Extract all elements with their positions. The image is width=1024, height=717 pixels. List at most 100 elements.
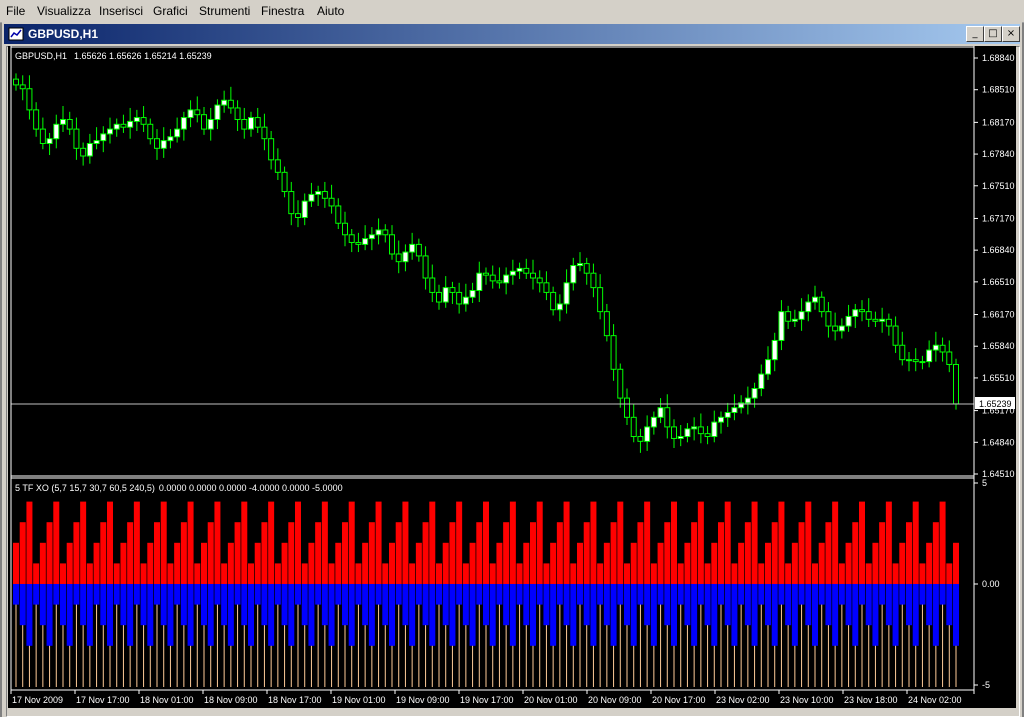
indicator-bar-down	[73, 584, 80, 605]
candle-body	[664, 407, 671, 428]
price-chart[interactable]: 5 0.00 -5 1.68840 1.68510 1.68170 1.67840 1.67…	[8, 46, 1016, 708]
price-tick-label: 1.67510	[982, 181, 1015, 191]
indicator-bar-up	[825, 522, 832, 584]
candle-body	[207, 118, 214, 130]
candle-body	[476, 272, 483, 291]
price-tick-label: 1.68170	[982, 117, 1015, 127]
menu-insert[interactable]: Inserisci	[99, 4, 143, 18]
indicator-bar-down	[281, 584, 288, 626]
indicator-bar-up	[194, 563, 201, 584]
candle-body	[865, 311, 872, 320]
menu-help[interactable]: Aiuto	[317, 4, 344, 18]
indicator-bar-up	[697, 501, 704, 584]
menu-view[interactable]: Visualizza	[37, 4, 91, 18]
menu-file[interactable]: File	[6, 4, 25, 18]
minimize-button[interactable]: _	[966, 26, 984, 42]
indicator-bar-down	[19, 584, 26, 626]
candle-body	[415, 243, 422, 257]
menu-window[interactable]: Finestra	[261, 4, 304, 18]
indicator-bar-up	[140, 563, 147, 584]
indicator-bar-up	[33, 563, 40, 584]
candle-body	[368, 234, 375, 240]
indicator-bar-down	[906, 584, 912, 626]
indicator-bar-up	[738, 542, 745, 584]
indicator-bar-down	[570, 584, 577, 646]
menu-tools[interactable]: Strumenti	[199, 4, 250, 18]
candle-body	[328, 197, 335, 207]
indicator-bar-up	[899, 542, 906, 584]
indicator-bar-up	[845, 542, 852, 584]
window-title: GBPUSD,H1	[28, 27, 99, 41]
indicator-bar-down	[845, 584, 852, 626]
candle-body	[550, 291, 557, 311]
indicator-bar-up	[724, 501, 731, 584]
indicator-bar-down	[409, 584, 416, 646]
indicator-bar-up	[100, 522, 107, 584]
indicator-bar-down	[167, 584, 174, 646]
candle-body	[194, 109, 201, 116]
candle-body	[765, 359, 771, 375]
price-tick-label: 1.67840	[982, 149, 1015, 159]
indicator-bar-up	[80, 501, 87, 584]
indicator-bar-up	[274, 563, 281, 584]
indicator-bar-up	[617, 501, 624, 584]
indicator-bar-down	[503, 584, 510, 626]
indicator-bar-down	[932, 584, 939, 646]
indicator-bar-up	[744, 522, 751, 584]
indicator-bar-up	[13, 542, 19, 584]
indicator-bar-down	[684, 584, 691, 626]
candle-body	[362, 238, 369, 245]
indicator-bar-up	[785, 563, 792, 584]
candle-body	[892, 325, 899, 346]
candle-body	[449, 287, 456, 293]
indicator-bar-up	[127, 522, 134, 584]
indicator-bar-up	[892, 563, 899, 584]
price-tick-label: 1.66510	[982, 277, 1015, 287]
indicator-bar-up	[261, 522, 268, 584]
indicator-bar-up	[563, 501, 570, 584]
indicator-bar-down	[194, 584, 201, 605]
indicator-bar-up	[536, 501, 543, 584]
candle-body	[771, 339, 778, 361]
window-titlebar[interactable]: GBPUSD,H1 _ □ ×	[4, 24, 1020, 44]
indicator-bar-up	[375, 501, 382, 584]
indicator-bar-up	[657, 542, 664, 584]
candle-body	[221, 99, 228, 106]
indicator-bar-up	[120, 542, 127, 584]
candle-body	[201, 114, 207, 130]
candle-body	[154, 138, 160, 149]
candle-body	[926, 349, 933, 363]
candle-body	[315, 191, 322, 195]
indicator-bar-down	[274, 584, 281, 605]
indicator-bar-up	[409, 563, 416, 584]
menu-charts[interactable]: Grafici	[153, 4, 188, 18]
indicator-bar-down	[543, 584, 550, 626]
indicator-bar-up	[832, 501, 839, 584]
indicator-bar-up	[429, 501, 436, 584]
indicator-bar-up	[39, 542, 46, 584]
candle-body	[603, 311, 610, 337]
indicator-bar-up	[610, 522, 617, 584]
indicator-bar-down	[375, 584, 382, 605]
candle-body	[818, 296, 825, 313]
candle-body	[610, 335, 617, 370]
indicator-bar-up	[174, 542, 181, 584]
candle-body	[879, 318, 886, 322]
indicator-bar-up	[167, 563, 174, 584]
candle-body	[342, 222, 348, 236]
indicator-bar-down	[556, 584, 563, 605]
indicator-bar-down	[751, 584, 758, 646]
indicator-bar-up	[865, 563, 872, 584]
close-button[interactable]: ×	[1002, 26, 1020, 42]
candle-body	[46, 138, 53, 145]
indicator-bar-up	[946, 563, 953, 584]
indicator-bar-up	[704, 563, 711, 584]
indicator-bar-down	[825, 584, 832, 626]
candle-body	[718, 416, 724, 423]
indicator-bar-up	[86, 563, 93, 584]
indicator-bar-up	[812, 563, 818, 584]
indicator-bar-down	[879, 584, 886, 605]
maximize-button[interactable]: □	[984, 26, 1002, 42]
time-tick-label: 18 Nov 17:00	[268, 695, 322, 705]
indicator-bar-down	[241, 584, 248, 626]
